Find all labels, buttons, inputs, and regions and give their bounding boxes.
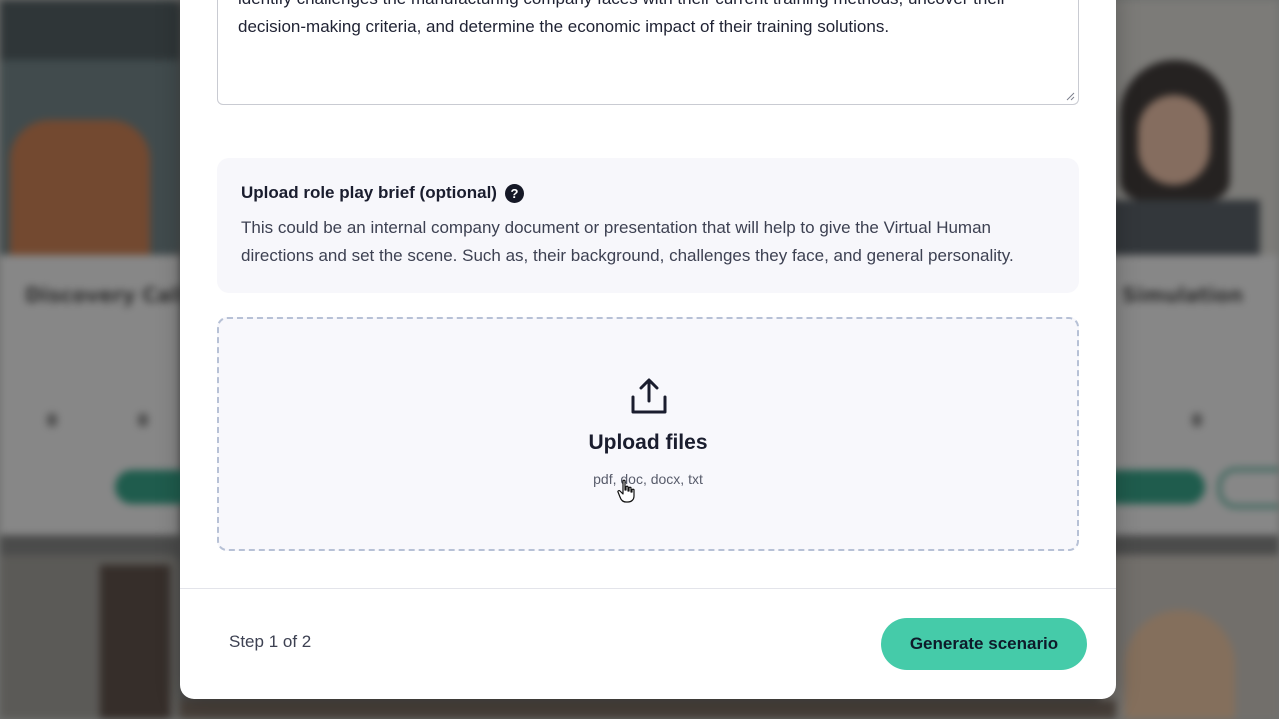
footer-divider — [180, 588, 1116, 589]
brief-info-box: Upload role play brief (optional) ? This… — [217, 158, 1079, 293]
hand-cursor-icon — [617, 479, 635, 503]
objective-text: identify challenges the manufacturing co… — [238, 0, 1058, 41]
brief-description-line: This could be an internal company docume… — [241, 218, 992, 237]
step-indicator: Step 1 of 2 — [229, 632, 312, 651]
brief-heading-text: Upload role play brief (optional) — [241, 183, 497, 202]
create-scenario-modal: identify challenges the manufacturing co… — [180, 0, 1116, 699]
brief-description-line: directions and set the scene. Such as, t… — [241, 246, 1014, 265]
file-upload-dropzone[interactable]: Upload files pdf, doc, docx, txt — [217, 317, 1079, 551]
generate-scenario-button[interactable]: Generate scenario — [881, 618, 1087, 670]
upload-formats: pdf, doc, docx, txt — [593, 471, 703, 487]
brief-heading: Upload role play brief (optional) ? — [241, 183, 524, 203]
objective-text-line: decision-making criteria, and determine … — [238, 17, 890, 36]
objective-textarea[interactable]: identify challenges the manufacturing co… — [217, 0, 1079, 105]
upload-title: Upload files — [588, 431, 708, 454]
objective-text-line: identify challenges the manufacturing co… — [238, 0, 1058, 13]
upload-icon — [631, 378, 667, 414]
resize-grip-icon[interactable] — [1065, 91, 1075, 101]
brief-description: This could be an internal company docume… — [241, 214, 1061, 270]
help-icon[interactable]: ? — [504, 183, 524, 203]
